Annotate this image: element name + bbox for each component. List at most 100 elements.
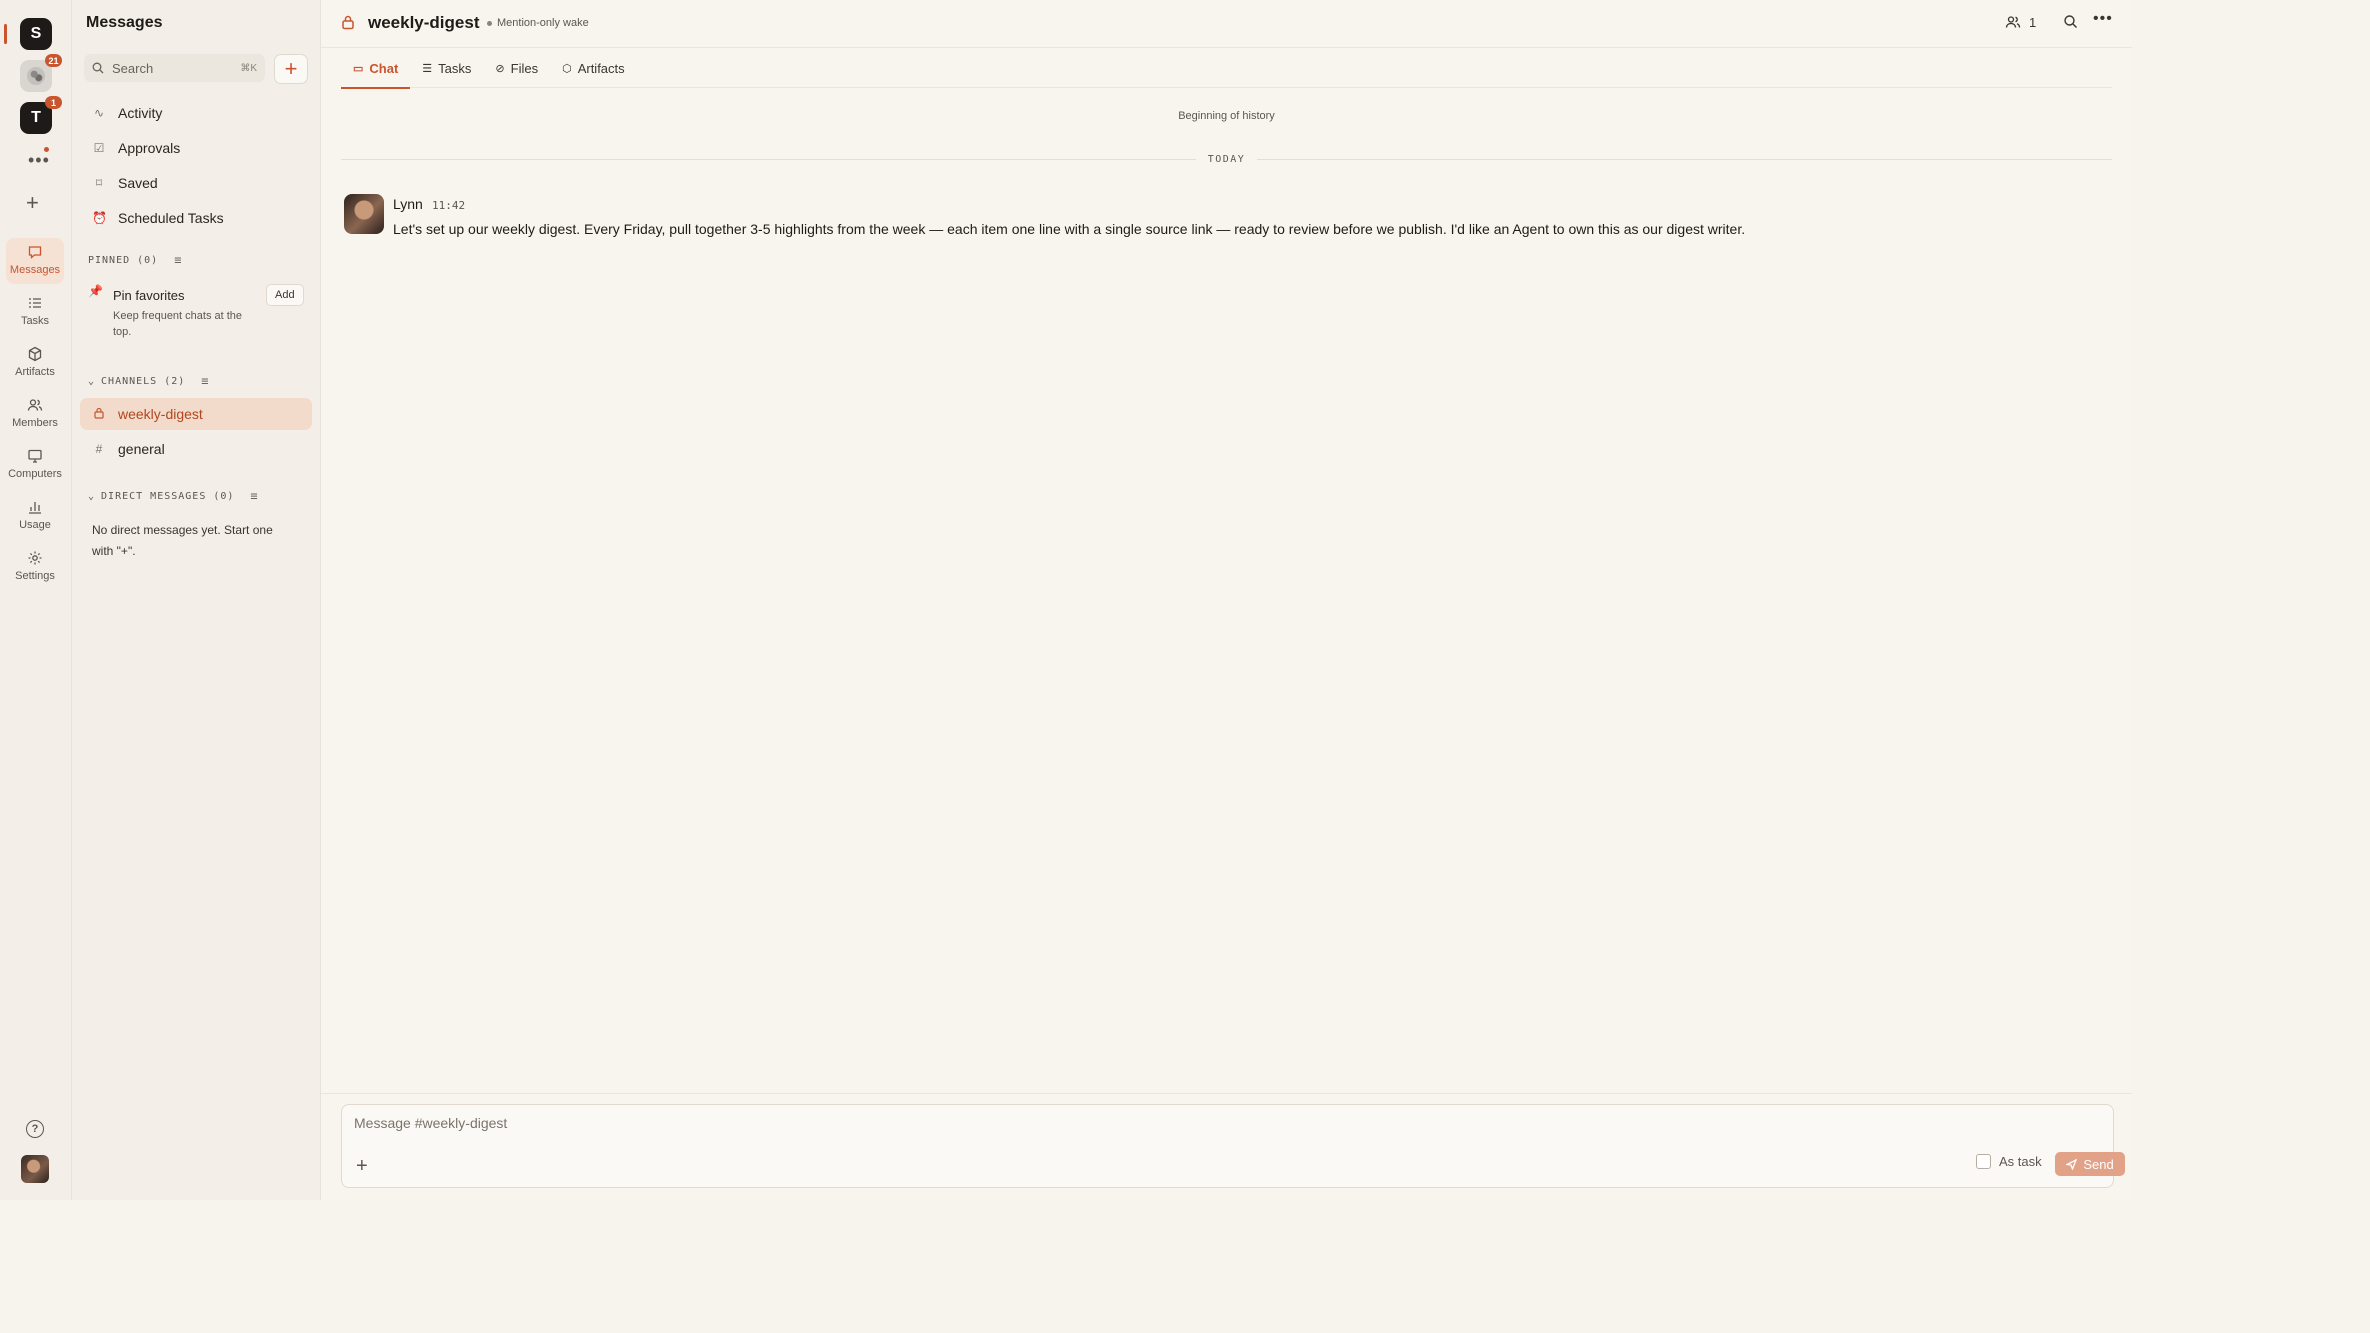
notification-dot — [44, 147, 49, 152]
nav-messages[interactable]: Messages — [6, 238, 64, 284]
workspace-badge: 21 — [45, 54, 62, 67]
nav-computers[interactable]: Computers — [6, 442, 64, 488]
nav-usage[interactable]: Usage — [6, 493, 64, 539]
composer-divider — [321, 1093, 2132, 1094]
dm-empty-state: No direct messages yet. Start one with "… — [92, 523, 273, 558]
pin-favorites-desc: Keep frequent chats at the top. — [113, 310, 243, 338]
sidebar-item-scheduled-tasks[interactable]: ⏰ Scheduled Tasks — [80, 202, 312, 234]
beginning-of-history: Beginning of history — [1178, 110, 1275, 122]
send-icon — [2066, 1158, 2078, 1170]
alarm-icon: ⏰ — [92, 211, 107, 225]
workspace-avatar[interactable]: 21 — [20, 54, 62, 92]
as-task-label: As task — [1999, 1154, 2042, 1169]
new-message-button[interactable]: + — [274, 54, 308, 84]
workspace-logo-icon — [27, 67, 45, 85]
divider-line — [341, 158, 1196, 160]
pin-favorites-title: Pin favorites — [113, 288, 185, 303]
tab-files[interactable]: ⊘ Files — [483, 48, 550, 88]
lock-icon — [92, 407, 106, 422]
active-workspace-indicator — [4, 24, 7, 44]
avatar[interactable] — [344, 194, 384, 234]
members-icon — [27, 399, 43, 411]
more-workspaces-button[interactable]: ••• — [28, 150, 50, 171]
chevron-down-icon: ⌄ — [88, 375, 96, 387]
channel-header: weekly-digest Mention-only wake 1 ••• — [321, 0, 2132, 48]
nav-computers-label: Computers — [8, 468, 62, 480]
nav-usage-label: Usage — [19, 519, 51, 531]
pinned-section-header[interactable]: PINNED (0) ≡ — [88, 253, 182, 267]
sidebar-item-label: Saved — [118, 175, 158, 191]
bar-chart-icon — [29, 502, 41, 514]
channel-label: weekly-digest — [118, 406, 203, 422]
nav-members[interactable]: Members — [6, 391, 64, 437]
tab-chat-label: Chat — [369, 60, 399, 76]
nav-artifacts-label: Artifacts — [15, 366, 55, 378]
channel-tabs: ▭ Chat ☰ Tasks ⊘ Files ⬡ Artifacts — [341, 48, 2112, 89]
workspace-t[interactable]: T1 — [20, 96, 62, 134]
filter-icon[interactable]: ≡ — [174, 253, 182, 267]
nav-settings[interactable]: Settings — [6, 544, 64, 590]
tab-artifacts-label: Artifacts — [577, 60, 625, 76]
sidebar-item-saved[interactable]: ⌑ Saved — [80, 167, 312, 199]
nav-tasks[interactable]: Tasks — [6, 289, 64, 335]
tab-files-label: Files — [510, 60, 539, 76]
as-task-checkbox[interactable] — [1976, 1154, 1991, 1169]
help-button[interactable]: ? — [26, 1120, 44, 1138]
nav-artifacts[interactable]: Artifacts — [6, 340, 64, 386]
search-placeholder: Search — [112, 60, 154, 76]
tab-tasks-label: Tasks — [438, 60, 472, 76]
gear-icon — [28, 551, 42, 565]
send-button[interactable]: Send — [2055, 1152, 2125, 1176]
sidebar-item-label: Activity — [118, 105, 163, 121]
tab-tasks[interactable]: ☰ Tasks — [410, 48, 483, 88]
channel-view: weekly-digest Mention-only wake 1 ••• ▭ C… — [321, 0, 2132, 1200]
more-options-button[interactable]: ••• — [2093, 10, 2113, 28]
filter-icon[interactable]: ≡ — [201, 374, 209, 388]
sidebar-item-activity[interactable]: ∿ Activity — [80, 97, 312, 129]
members-button[interactable]: 1 — [2005, 14, 2036, 30]
day-divider: TODAY — [341, 152, 2113, 166]
message-author[interactable]: Lynn — [393, 196, 423, 212]
nav-messages-label: Messages — [9, 264, 61, 276]
members-icon — [2005, 16, 2021, 28]
dm-section-header[interactable]: ⌄ DIRECT MESSAGES (0) ≡ — [88, 489, 259, 503]
workspace-s[interactable]: S — [20, 18, 52, 50]
channel-label: general — [118, 441, 165, 457]
member-count: 1 — [2029, 14, 2037, 30]
sidebar-item-label: Approvals — [118, 140, 181, 156]
tab-artifacts[interactable]: ⬡ Artifacts — [550, 48, 637, 88]
channel-general[interactable]: # general — [80, 433, 312, 465]
channels-section-header[interactable]: ⌄ CHANNELS (2) ≡ — [88, 374, 210, 388]
search-icon[interactable] — [2063, 14, 2078, 29]
filter-icon[interactable]: ≡ — [250, 489, 258, 503]
pin-add-button[interactable]: Add — [266, 284, 304, 306]
cube-icon: ⬡ — [562, 62, 572, 75]
message-input[interactable]: Message #weekly-digest — [354, 1115, 507, 1131]
app-window: S 21 T1 ••• + Messages Tasks Artifacts M… — [0, 0, 2132, 1200]
nav-tasks-label: Tasks — [20, 315, 50, 327]
cube-icon — [28, 346, 42, 362]
dm-header-label: DIRECT MESSAGES (0) — [101, 490, 235, 502]
monitor-icon — [28, 449, 42, 463]
message-icon — [28, 246, 42, 259]
bookmark-icon: ⌑ — [95, 176, 103, 190]
chevron-down-icon: ⌄ — [88, 490, 96, 502]
channel-title: weekly-digest — [368, 13, 480, 32]
channels-header-label: CHANNELS (2) — [101, 375, 186, 387]
wake-mode-status[interactable]: Mention-only wake — [487, 17, 589, 29]
attach-button[interactable]: + — [356, 1155, 368, 1178]
wake-mode-label: Mention-only wake — [497, 17, 589, 29]
channel-weekly-digest[interactable]: weekly-digest — [80, 398, 312, 430]
message-composer[interactable]: Message #weekly-digest + As task Send — [341, 1104, 2125, 1188]
pinned-header-label: PINNED (0) — [88, 254, 159, 266]
search-input[interactable]: Search ⌘K — [84, 54, 265, 82]
as-task-toggle[interactable]: As task — [1976, 1154, 2042, 1169]
user-avatar[interactable] — [21, 1155, 49, 1183]
add-workspace-button[interactable]: + — [26, 190, 39, 216]
paperclip-icon: ⊘ — [495, 62, 505, 75]
sidebar-item-approvals[interactable]: ☑ Approvals — [80, 132, 312, 164]
tab-chat[interactable]: ▭ Chat — [341, 48, 411, 89]
workspace-s-letter: S — [30, 25, 42, 42]
clipboard-icon: ☑ — [93, 141, 105, 155]
messages-sidebar: Messages Search ⌘K + ∿ Activity ☑ Approv… — [72, 0, 321, 1200]
